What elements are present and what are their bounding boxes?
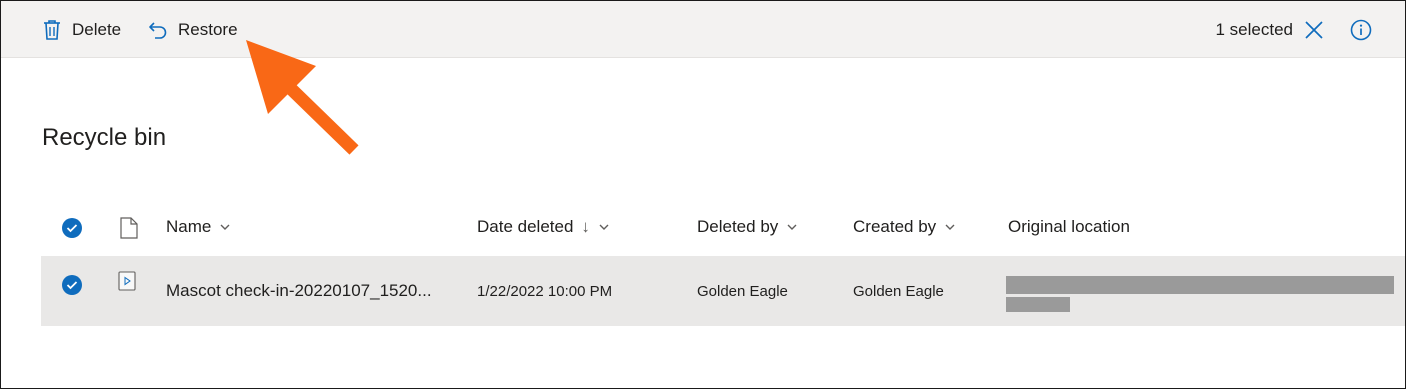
row-date-deleted: 1/22/2022 10:00 PM (477, 282, 613, 300)
redacted-location (1006, 297, 1070, 312)
select-all-checkbox[interactable] (62, 218, 82, 238)
column-header-date-deleted[interactable]: Date deleted ↓ (477, 205, 610, 249)
row-deleted-by: Golden Eagle (697, 282, 788, 300)
column-header-original-location-label: Original location (1008, 217, 1130, 236)
file-icon (120, 217, 138, 239)
sort-descending-icon: ↓ (581, 217, 590, 236)
delete-label: Delete (72, 19, 122, 39)
column-header-original-location[interactable]: Original location (1008, 205, 1130, 249)
column-header-name-label: Name (166, 217, 212, 236)
row-created-by: Golden Eagle (853, 282, 944, 300)
command-bar: Delete Restore 1 selected (1, 1, 1405, 58)
column-header-deleted-by-label: Deleted by (697, 217, 779, 236)
column-header-created-by-label: Created by (853, 217, 937, 236)
video-file-icon (118, 271, 136, 291)
column-header-deleted-by[interactable]: Deleted by (697, 205, 798, 249)
chevron-down-icon (220, 224, 230, 230)
checkmark-icon (66, 281, 78, 290)
chevron-down-icon (945, 224, 955, 230)
column-header-date-deleted-label: Date deleted (477, 217, 574, 236)
page-title: Recycle bin (42, 124, 167, 151)
undo-icon (147, 18, 169, 42)
restore-button[interactable]: Restore (147, 1, 238, 58)
selection-count: 1 selected (1215, 19, 1294, 39)
info-icon[interactable] (1349, 18, 1373, 42)
column-header-created-by[interactable]: Created by (853, 205, 956, 249)
checkmark-icon (66, 224, 78, 233)
restore-label: Restore (178, 19, 238, 39)
annotation-arrow-icon (246, 40, 359, 155)
row-checkbox[interactable] (62, 275, 82, 295)
row-name[interactable]: Mascot check-in-20220107_1520... (166, 256, 432, 326)
delete-button[interactable]: Delete (41, 1, 121, 58)
trash-icon (41, 18, 63, 42)
chevron-down-icon (787, 224, 797, 230)
column-header-name[interactable]: Name (166, 205, 231, 249)
redacted-location (1006, 276, 1394, 294)
chevron-down-icon (599, 224, 609, 230)
window-frame (0, 0, 1406, 389)
close-icon[interactable] (1303, 19, 1325, 41)
